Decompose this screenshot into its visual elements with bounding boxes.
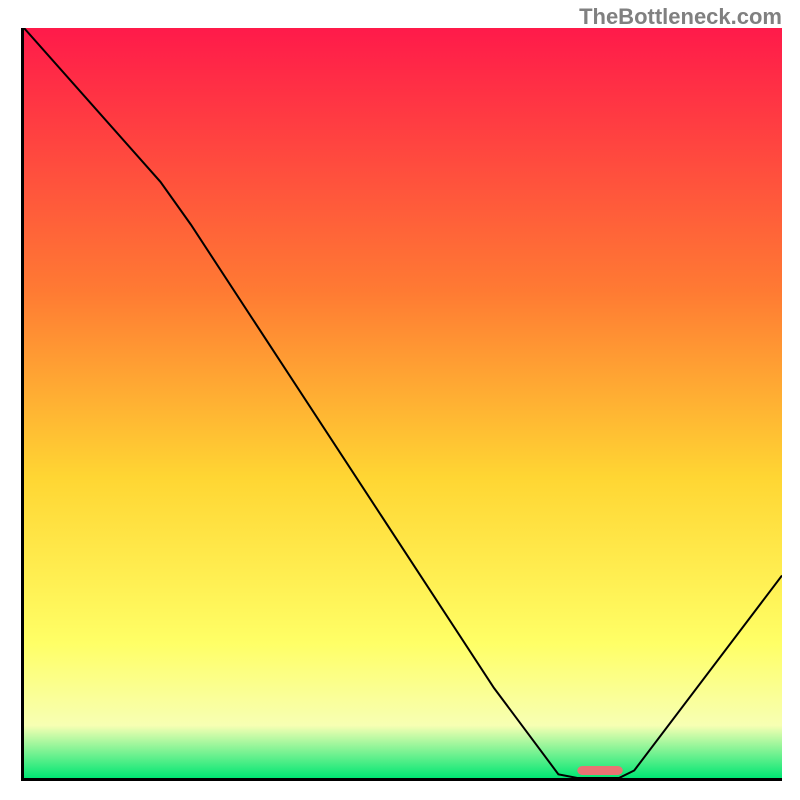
watermark-text: TheBottleneck.com — [579, 4, 782, 30]
chart-container: TheBottleneck.com — [0, 0, 800, 800]
chart-svg — [24, 28, 782, 778]
target-marker — [577, 766, 623, 775]
gradient-background — [24, 28, 782, 778]
